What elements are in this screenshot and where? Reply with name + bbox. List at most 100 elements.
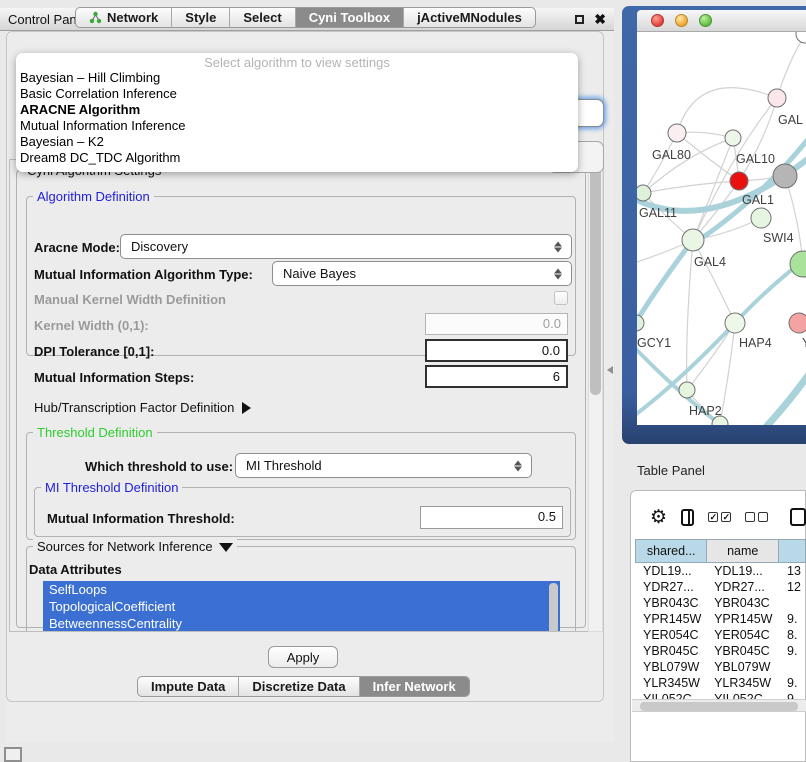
minimized-panel-icon[interactable] xyxy=(4,747,22,762)
algorithm-popup-item[interactable]: Mutual Information Inference xyxy=(16,118,578,134)
table-row[interactable]: YDR27...YDR27...12 xyxy=(635,579,806,595)
settings-scrollbar-thumb[interactable] xyxy=(590,167,601,395)
mi-steps-field[interactable]: 6 xyxy=(425,365,568,388)
data-attributes-list[interactable]: SelfLoopsTopologicalCoefficientBetweenne… xyxy=(43,581,560,632)
table-cell[interactable]: 13 xyxy=(779,563,806,579)
table-cell[interactable]: YBR043C xyxy=(635,595,706,611)
table-column-header[interactable] xyxy=(779,540,806,563)
table-row[interactable]: YBL079WYBL079W xyxy=(635,659,806,675)
node-salmon[interactable] xyxy=(789,313,806,333)
mi-algorithm-type-combobox[interactable]: Naive Bayes xyxy=(272,261,572,286)
table-cell[interactable]: 8. xyxy=(779,627,806,643)
table-cell[interactable]: YBL079W xyxy=(706,659,779,675)
manual-kernel-width-checkbox[interactable] xyxy=(554,291,568,305)
table-cell[interactable]: YPR145W xyxy=(635,611,706,627)
table-scrollbar-thumb[interactable] xyxy=(640,702,798,711)
network-edge[interactable] xyxy=(643,133,677,193)
table-cell[interactable]: YPR145W xyxy=(706,611,779,627)
apply-button[interactable]: Apply xyxy=(268,646,338,668)
deselect-all-columns-icon[interactable] xyxy=(745,512,768,522)
table-row[interactable]: YLR345WYLR345W9. xyxy=(635,675,806,691)
settings-scrollbar[interactable] xyxy=(588,160,603,632)
node-gal4[interactable] xyxy=(682,229,704,251)
algorithm-popup-item[interactable]: Bayesian – K2 xyxy=(16,134,578,150)
mi-threshold-field[interactable]: 0.5 xyxy=(420,506,563,529)
table-cell[interactable]: YDR27... xyxy=(706,579,779,595)
tab-infer-network[interactable]: Infer Network xyxy=(360,677,469,696)
zoom-traffic-light-icon[interactable] xyxy=(699,14,712,27)
table-cell[interactable]: 9 xyxy=(779,691,806,699)
tab-jactivemnodules[interactable]: jActiveMNodules xyxy=(404,8,535,27)
data-attribute-item[interactable]: BetweennessCentrality xyxy=(43,615,560,632)
table-row[interactable]: YER054CYER054C8. xyxy=(635,627,806,643)
tab-select[interactable]: Select xyxy=(230,8,295,27)
close-traffic-light-icon[interactable] xyxy=(651,14,664,27)
network-edge[interactable] xyxy=(777,35,805,98)
node-hap2[interactable] xyxy=(679,382,695,398)
table-function-icon[interactable] xyxy=(790,508,806,526)
table-cell[interactable]: 9. xyxy=(779,675,806,691)
table-cell[interactable]: 9. xyxy=(779,611,806,627)
table-cell[interactable] xyxy=(779,595,806,611)
table-cell[interactable]: YBL079W xyxy=(635,659,706,675)
close-icon[interactable]: ✖ xyxy=(594,12,606,26)
network-canvas[interactable]: GALGAL80GAL10GAL1GAL11SWI4GAL4GCY1HAP4YH… xyxy=(637,32,806,425)
table-cell[interactable]: YIL052C xyxy=(706,691,779,699)
table-row[interactable]: YBR043CYBR043C xyxy=(635,595,806,611)
algorithm-popup-item[interactable]: Basic Correlation Inference xyxy=(16,86,578,102)
network-edge[interactable] xyxy=(643,138,733,193)
node-hap4[interactable] xyxy=(725,313,745,333)
select-all-columns-icon[interactable]: ✓✓ xyxy=(708,512,731,522)
network-edge[interactable] xyxy=(739,98,777,181)
gear-icon[interactable]: ⚙ xyxy=(650,508,667,527)
float-window-icon[interactable] xyxy=(575,15,584,24)
table-cell[interactable]: YBR045C xyxy=(706,643,779,659)
table-cell[interactable]: YDL19... xyxy=(635,563,706,579)
attributes-list-scrollbar[interactable] xyxy=(549,583,558,632)
node-gal11[interactable] xyxy=(637,185,651,201)
table-cell[interactable]: YIL052C xyxy=(635,691,706,699)
node-gal10[interactable] xyxy=(725,130,741,146)
algorithm-popup-item[interactable]: Bayesian – Hill Climbing xyxy=(16,70,578,86)
hub-definition-toggle[interactable]: Hub/Transcription Factor Definition xyxy=(34,400,251,415)
network-edge[interactable] xyxy=(693,240,735,323)
tab-cyni-toolbox[interactable]: Cyni Toolbox xyxy=(296,8,404,27)
algorithm-popup-item[interactable]: Dream8 DC_TDC Algorithm xyxy=(16,150,578,166)
network-edge-thick[interactable] xyxy=(765,374,806,425)
table-cell[interactable]: YER054C xyxy=(635,627,706,643)
dpi-tolerance-field[interactable]: 0.0 xyxy=(425,339,568,362)
tab-impute-data[interactable]: Impute Data xyxy=(138,677,239,696)
table-cell[interactable]: YBR045C xyxy=(635,643,706,659)
aracne-mode-combobox[interactable]: Discovery xyxy=(120,234,572,259)
table-row[interactable]: YIL052CYIL052C9 xyxy=(635,691,806,699)
table-cell[interactable]: 12 xyxy=(779,579,806,595)
network-edge[interactable] xyxy=(677,88,777,133)
node-swi4[interactable] xyxy=(751,208,771,228)
node-green-right[interactable] xyxy=(790,251,806,277)
node-gray[interactable] xyxy=(773,164,797,188)
node-gal7[interactable] xyxy=(768,89,786,107)
node-gal80[interactable] xyxy=(668,124,686,142)
table-cell[interactable]: YDL19... xyxy=(706,563,779,579)
panel-splitter-handle[interactable] xyxy=(607,366,613,374)
which-threshold-combobox[interactable]: MI Threshold xyxy=(235,453,532,478)
node-gal1[interactable] xyxy=(730,172,748,190)
algorithm-popup-item[interactable]: ARACNE Algorithm xyxy=(16,102,578,118)
tab-discretize-data[interactable]: Discretize Data xyxy=(239,677,359,696)
kernel-width-field[interactable]: 0.0 xyxy=(425,313,568,335)
network-edge-thick[interactable] xyxy=(637,240,693,330)
tab-network[interactable]: Network xyxy=(76,8,172,27)
table-cell[interactable]: YER054C xyxy=(706,627,779,643)
table-cell[interactable] xyxy=(779,659,806,675)
table-column-header[interactable]: shared... xyxy=(636,540,707,563)
table-row[interactable]: YBR045CYBR045C9. xyxy=(635,643,806,659)
node-gcy1[interactable] xyxy=(637,315,644,331)
node-top-partial[interactable] xyxy=(796,32,806,43)
table-cell[interactable]: YBR043C xyxy=(706,595,779,611)
table-cell[interactable]: YDR27... xyxy=(635,579,706,595)
network-window-titlebar[interactable] xyxy=(637,10,806,32)
tab-style[interactable]: Style xyxy=(172,8,230,27)
data-attribute-item[interactable]: TopologicalCoefficient xyxy=(43,598,560,615)
show-columns-icon[interactable] xyxy=(681,509,694,526)
table-row[interactable]: YDL19...YDL19...13 xyxy=(635,563,806,579)
